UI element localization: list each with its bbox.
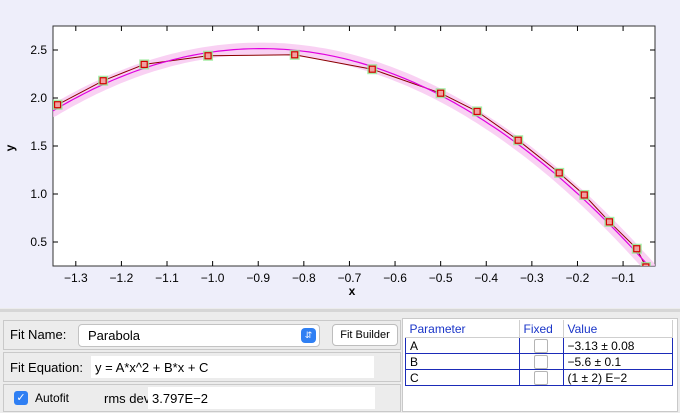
x-tick-label: −1.0 — [201, 271, 225, 285]
fixed-checkbox[interactable] — [534, 338, 548, 353]
param-value[interactable]: (1 ± 2) E−2 — [562, 369, 673, 386]
y-tick-label: 2.5 — [30, 43, 47, 57]
fixed-cell — [518, 337, 564, 354]
table-row[interactable]: B −5.6 ± 0.1 — [405, 353, 673, 370]
data-point[interactable] — [367, 64, 378, 75]
x-tick-label: −0.5 — [429, 271, 453, 285]
y-axis-label: y — [3, 144, 17, 151]
x-tick-label: −0.7 — [338, 271, 362, 285]
rms-value: 3.797E−2 — [152, 391, 209, 406]
table-row[interactable]: A −3.13 ± 0.08 — [405, 337, 673, 354]
y-tick-label: 0.5 — [30, 235, 47, 249]
y-tick-label: 2.0 — [30, 91, 47, 105]
fit-name-row: Fit Name: Parabola ⇵ Fit Builder — [3, 320, 401, 350]
param-name: A — [405, 337, 520, 354]
chevron-updown-icon: ⇵ — [301, 328, 316, 343]
data-point[interactable] — [472, 106, 483, 117]
x-axis-label: x — [349, 284, 356, 298]
rms-field: 3.797E−2 — [148, 387, 375, 409]
fit-name-value: Parabola — [88, 328, 141, 343]
plot-area[interactable]: 0.5 1.0 1.5 2.0 2.5 −1.3 −1.2 −1.1 −1.0 −0.9 −0.8… — [0, 0, 680, 308]
fit-equation-label: Fit Equation: — [10, 360, 83, 375]
data-point[interactable] — [631, 243, 642, 254]
y-tick-label: 1.0 — [30, 187, 47, 201]
x-tick-label: −0.9 — [246, 271, 270, 285]
x-tick-label: −1.1 — [155, 271, 179, 285]
fit-name-label: Fit Name: — [10, 327, 67, 342]
fit-equation-row: Fit Equation: y = A*x^2 + B*x + C — [3, 352, 401, 382]
fit-equation-value: y = A*x^2 + B*x + C — [95, 360, 209, 375]
fixed-checkbox[interactable] — [534, 354, 548, 369]
data-point[interactable] — [98, 75, 109, 86]
fit-equation-field[interactable]: y = A*x^2 + B*x + C — [91, 356, 374, 378]
data-point[interactable] — [513, 135, 524, 146]
x-tick-label: −0.1 — [611, 271, 635, 285]
y-tick-label: 1.5 — [30, 139, 47, 153]
x-tick-label: −0.6 — [383, 271, 407, 285]
param-value[interactable]: −5.6 ± 0.1 — [562, 353, 673, 370]
data-point[interactable] — [289, 49, 300, 60]
fit-name-select[interactable]: Parabola ⇵ — [78, 324, 320, 347]
fit-builder-button[interactable]: Fit Builder — [332, 324, 398, 346]
param-header-value[interactable]: Value — [563, 320, 673, 338]
fixed-cell — [518, 353, 564, 370]
data-point[interactable] — [435, 88, 446, 99]
param-name: B — [405, 353, 520, 370]
data-point[interactable] — [648, 274, 658, 284]
table-row[interactable]: C (1 ± 2) E−2 — [405, 369, 673, 386]
x-tick-label: −0.4 — [474, 271, 498, 285]
fixed-checkbox[interactable] — [534, 370, 548, 385]
x-tick-label: −1.3 — [64, 271, 88, 285]
data-point[interactable] — [139, 59, 150, 70]
param-name: C — [405, 369, 520, 386]
fixed-cell — [518, 369, 564, 386]
data-point[interactable] — [640, 261, 651, 272]
autofit-label: Autofit — [35, 391, 70, 405]
x-tick-label: −0.8 — [292, 271, 316, 285]
data-point[interactable] — [579, 189, 590, 200]
param-header-parameter[interactable]: Parameter — [405, 320, 520, 338]
data-point[interactable] — [554, 167, 565, 178]
fit-plot[interactable]: 0.5 1.0 1.5 2.0 2.5 −1.3 −1.2 −1.1 −1.0 −0.9 −0.8… — [0, 0, 680, 308]
param-table: Parameter Fixed Value A −3.13 ± 0.08 B −… — [405, 320, 673, 386]
splitter[interactable] — [0, 309, 680, 312]
x-tick-label: −0.2 — [566, 271, 590, 285]
rms-label: rms dev: — [104, 391, 154, 406]
data-point[interactable] — [203, 50, 214, 61]
data-point[interactable] — [53, 99, 63, 110]
autofit-row: ✓ Autofit rms dev: 3.797E−2 — [3, 384, 401, 412]
data-point[interactable] — [604, 216, 615, 227]
autofit-checkbox[interactable]: ✓ — [14, 391, 28, 405]
param-header-fixed[interactable]: Fixed — [519, 320, 564, 338]
x-tick-label: −0.3 — [520, 271, 544, 285]
x-tick-label: −1.2 — [110, 271, 134, 285]
param-value[interactable]: −3.13 ± 0.08 — [562, 337, 673, 354]
